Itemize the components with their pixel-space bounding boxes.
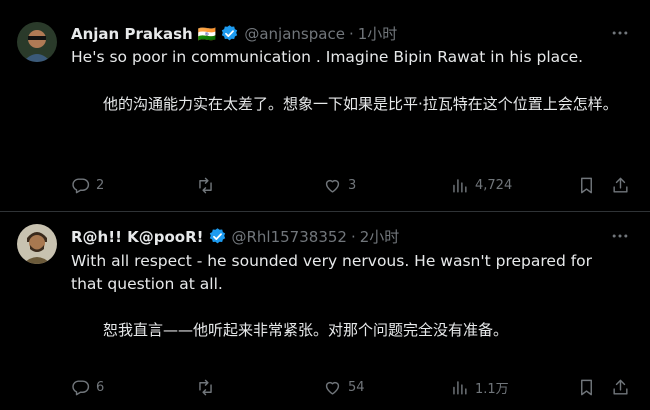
author-handle[interactable]: @Rhl15738352	[232, 228, 347, 246]
views-count: 1.1万	[475, 382, 509, 397]
views-icon	[453, 381, 467, 395]
tweet-translation: 恕我直言——他听起来非常紧张。对那个问题完全没有准备。	[103, 321, 509, 339]
like-button[interactable]: 3	[323, 176, 356, 195]
views-count: 4,724	[475, 178, 513, 193]
verified-badge-icon	[222, 25, 238, 41]
tweet-text: He's so poor in communication . Imagine …	[71, 48, 584, 66]
timestamp[interactable]: 1小时	[358, 23, 398, 44]
views-button[interactable]: 4,724	[450, 176, 512, 195]
retweet-button[interactable]	[196, 176, 221, 195]
more-icon[interactable]	[610, 226, 630, 246]
like-count: 3	[348, 178, 357, 193]
flag-emoji: 🇮🇳	[197, 24, 217, 43]
retweet-icon	[199, 177, 212, 194]
tweet-actions: 6 54 1.1万	[71, 378, 630, 400]
reply-count: 2	[96, 178, 105, 193]
views-icon	[453, 179, 467, 193]
bookmark-button[interactable]	[577, 378, 596, 397]
tweet[interactable]: Anjan Prakash 🇮🇳 @anjanspace · 1小时 He's …	[0, 0, 650, 212]
share-button[interactable]	[611, 378, 630, 397]
bookmark-button[interactable]	[577, 176, 596, 195]
reply-button[interactable]: 6	[71, 378, 104, 397]
separator-dot: ·	[350, 227, 356, 246]
reply-icon	[72, 178, 90, 194]
retweet-icon	[199, 379, 212, 396]
share-icon	[613, 379, 628, 395]
bookmark-icon	[581, 379, 592, 396]
verified-badge-icon	[209, 228, 225, 244]
retweet-button[interactable]	[196, 378, 221, 397]
separator-dot: ·	[348, 24, 354, 43]
like-icon	[325, 179, 340, 193]
tweet[interactable]: R@h!! K@pooR! @Rhl15738352 · 2小时 With al…	[0, 212, 650, 410]
share-icon	[613, 177, 628, 193]
tweet-header: Anjan Prakash 🇮🇳 @anjanspace · 1小时	[71, 23, 397, 44]
author-name[interactable]: Anjan Prakash	[71, 25, 193, 43]
like-icon	[325, 381, 340, 395]
views-button[interactable]: 1.1万	[450, 378, 509, 397]
tweet-translation: 他的沟通能力实在太差了。想象一下如果是比平·拉瓦特在这个位置上会怎样。	[103, 95, 618, 113]
timestamp[interactable]: 2小时	[360, 226, 400, 247]
author-name[interactable]: R@h!! K@pooR!	[71, 228, 204, 246]
tweet-header: R@h!! K@pooR! @Rhl15738352 · 2小时	[71, 226, 399, 247]
more-icon[interactable]	[610, 23, 630, 43]
author-handle[interactable]: @anjanspace	[244, 25, 345, 43]
like-count: 54	[348, 380, 365, 395]
reply-count: 6	[96, 380, 105, 395]
bookmark-icon	[581, 177, 592, 194]
reply-icon	[72, 380, 90, 396]
share-button[interactable]	[611, 176, 630, 195]
tweet-actions: 2 3 4,724	[71, 176, 630, 198]
reply-button[interactable]: 2	[71, 176, 104, 195]
tweet-text: With all respect - he sounded very nervo…	[71, 252, 593, 293]
avatar[interactable]	[17, 22, 57, 62]
avatar[interactable]	[17, 224, 57, 264]
like-button[interactable]: 54	[323, 378, 365, 397]
